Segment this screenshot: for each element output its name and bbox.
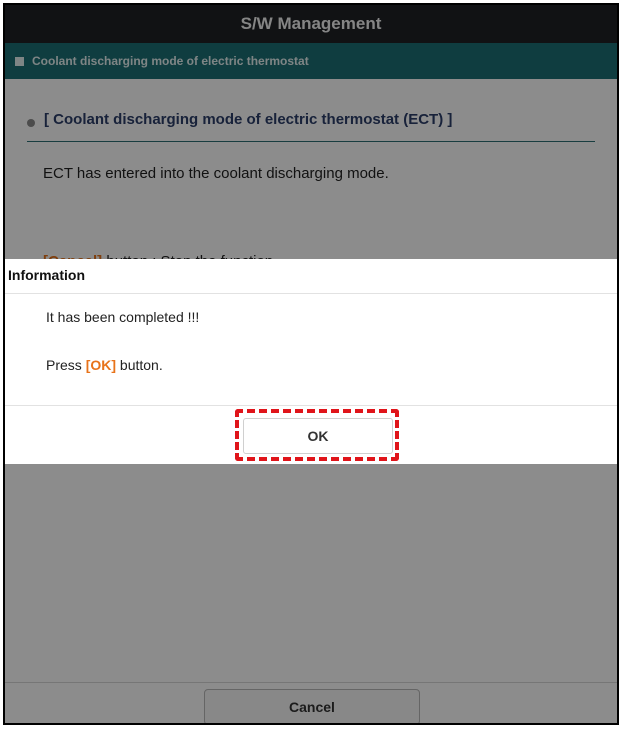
dialog-divider — [5, 293, 617, 294]
instruction-prefix: Press — [46, 357, 86, 373]
dialog-instruction: Press [OK] button. — [46, 357, 163, 373]
app-window: S/W Management Coolant discharging mode … — [3, 3, 619, 725]
dialog-message: It has been completed !!! — [46, 309, 200, 325]
instruction-ok-keyword: [OK] — [85, 357, 117, 373]
information-dialog: Information It has been completed !!! Pr… — [5, 259, 617, 464]
ok-button-highlight-box — [235, 409, 399, 461]
dialog-title: Information — [8, 267, 85, 283]
instruction-suffix: button. — [116, 357, 163, 373]
dialog-footer-divider — [5, 405, 617, 406]
